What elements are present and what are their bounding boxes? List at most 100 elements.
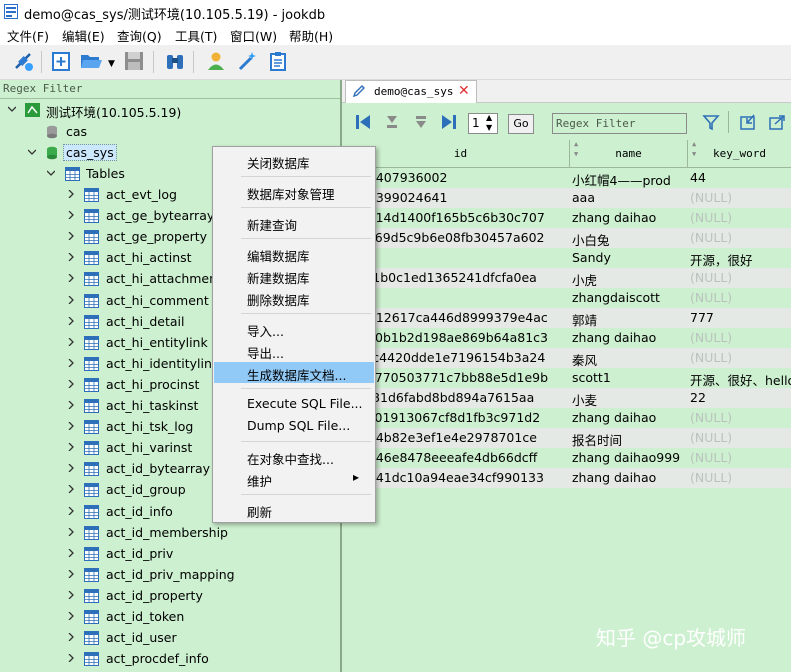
menu-window[interactable]: 窗口(W) — [230, 26, 277, 45]
grid-cell-key-word[interactable]: 开源，很好 — [690, 250, 791, 269]
menu-query[interactable]: 查询(Q) — [117, 26, 162, 45]
chevron-right-icon[interactable] — [67, 612, 75, 620]
grid-cell-name[interactable]: 小虎 — [572, 270, 687, 289]
grid-cell-key-word[interactable]: (NULL) — [690, 210, 791, 225]
grid-cell-name[interactable]: 秦风 — [572, 350, 687, 369]
grid-cell-name[interactable]: zhang daihao — [572, 470, 687, 485]
grid-cell-id[interactable]: 16b41dc10a94eae34cf990133 — [352, 470, 568, 485]
grid-cell-name[interactable]: 报名时间 — [572, 430, 687, 449]
table-row[interactable]: 66b4b82e3ef1e4e2978701ce 报名时间 (NULL) — [352, 428, 791, 448]
menu-item-close-database[interactable]: 关闭数据库 — [214, 150, 374, 171]
table-row[interactable]: e3c01913067cf8d1fb3c971d2 zhang daihao (NU… — [352, 408, 791, 428]
previous-page-icon[interactable] — [384, 114, 400, 130]
chevron-right-icon[interactable] — [67, 358, 75, 367]
grid-cell-id[interactable]: 1ef81d6fabd8bd894a7615aa — [352, 390, 568, 405]
chevron-right-icon[interactable] — [67, 295, 75, 304]
page-number-spinner[interactable]: 1 ▲ ▼ — [468, 113, 498, 134]
grid-cell-key-word[interactable]: (NULL) — [690, 190, 791, 205]
chevron-right-icon[interactable] — [67, 443, 75, 452]
tree-table-item[interactable]: act_procdef_info — [0, 649, 340, 670]
tree-filter-input[interactable]: Regex Filter — [0, 80, 341, 99]
export-icon[interactable] — [768, 113, 786, 131]
chevron-right-icon[interactable] — [67, 211, 75, 220]
chevron-right-icon[interactable] — [67, 654, 75, 663]
grid-cell-name[interactable]: Sandy — [572, 250, 687, 265]
grid-cell-key-word[interactable]: (NULL) — [690, 290, 791, 305]
grid-cell-name[interactable]: zhangdaiscott — [572, 290, 687, 305]
import-icon[interactable] — [739, 113, 757, 131]
grid-cell-id[interactable]: 21446e8478eeeafe4db66dcff — [352, 450, 568, 465]
next-page-icon[interactable] — [413, 114, 429, 130]
grid-cell-name[interactable]: 郭靖 — [572, 310, 687, 329]
filter-icon[interactable] — [702, 113, 720, 131]
menu-file[interactable]: 文件(F) — [7, 26, 49, 45]
sort-icon[interactable]: ▲ ▼ — [692, 139, 696, 159]
menu-tools[interactable]: 工具(T) — [175, 26, 217, 45]
spinner-down-icon[interactable]: ▼ — [486, 123, 492, 132]
sort-icon[interactable]: ▲ ▼ — [574, 139, 578, 159]
table-row[interactable]: bf71b0c1ed1365241dfcfa0ea 小虎 (NULL) — [352, 268, 791, 288]
table-row[interactable]: 00c770503771c7bb88e5d1e9b scott1 开源、很好、hel… — [352, 368, 791, 388]
menu-edit[interactable]: 编辑(E) — [62, 26, 105, 45]
table-row[interactable]: Sandy 开源，很好 — [352, 248, 791, 268]
grid-cell-key-word[interactable]: (NULL) — [690, 230, 791, 245]
table-row[interactable]: 375399024641 aaa (NULL) — [352, 188, 791, 208]
grid-cell-key-word[interactable]: (NULL) — [690, 330, 791, 345]
menu-item-execute-sql-file[interactable]: Execute SQL File... — [214, 393, 374, 414]
table-row[interactable]: eaa0b1b2d198ae869b64a81c3 zhang daihao (NU… — [352, 328, 791, 348]
last-page-icon[interactable] — [441, 114, 457, 130]
chevron-down-icon[interactable] — [28, 148, 36, 156]
grid-cell-key-word[interactable]: (NULL) — [690, 270, 791, 285]
connect-icon[interactable] — [10, 48, 36, 74]
menu-item-edit-database[interactable]: 编辑数据库 — [214, 243, 374, 264]
tree-table-item[interactable]: act_id_priv — [0, 544, 340, 565]
menu-item-maintenance[interactable]: 维护 ▸ — [214, 468, 374, 489]
chevron-right-icon[interactable] — [67, 401, 75, 409]
grid-cell-name[interactable]: 小麦 — [572, 390, 687, 409]
chevron-right-icon[interactable] — [67, 274, 75, 283]
menu-item-generate-db-doc[interactable]: 生成数据库文档... — [214, 362, 374, 383]
grid-cell-id[interactable]: d8fc4420dde1e7196154b3a24 — [352, 350, 568, 365]
grid-cell-name[interactable]: aaa — [572, 190, 687, 205]
tree-table-item[interactable]: act_id_membership — [0, 523, 340, 544]
grid-cell-name[interactable]: zhang daihao — [572, 210, 687, 225]
column-header-id[interactable]: id — [352, 140, 570, 168]
table-row[interactable]: 16b41dc10a94eae34cf990133 zhang daihao (NU… — [352, 468, 791, 488]
open-icon[interactable] — [78, 48, 104, 74]
grid-cell-key-word[interactable]: (NULL) — [690, 470, 791, 485]
chevron-right-icon[interactable] — [67, 232, 75, 241]
chevron-right-icon[interactable] — [67, 337, 75, 346]
binoculars-icon[interactable] — [162, 48, 188, 74]
tree-table-item[interactable]: act_id_user — [0, 628, 340, 649]
grid-cell-key-word[interactable]: (NULL) — [690, 350, 791, 365]
grid-cell-id[interactable]: eaa0b1b2d198ae869b64a81c3 — [352, 330, 568, 345]
column-header-key-word[interactable]: key_word ▲ ▼ — [688, 140, 791, 168]
grid-cell-name[interactable]: 小红帽4——prod — [572, 170, 687, 189]
table-row[interactable]: 21446e8478eeeafe4db66dcff zhang daihao999… — [352, 448, 791, 468]
grid-cell-name[interactable]: zhang daihao — [572, 330, 687, 345]
chevron-right-icon[interactable] — [67, 190, 75, 198]
chevron-right-icon[interactable] — [67, 422, 75, 431]
grid-cell-key-word[interactable]: 777 — [690, 310, 791, 325]
chevron-right-icon[interactable] — [67, 253, 75, 262]
tree-table-item[interactable]: act_id_token — [0, 607, 340, 628]
chevron-right-icon[interactable] — [67, 527, 75, 536]
grid-cell-key-word[interactable]: 开源、很好、hello — [690, 370, 791, 389]
grid-cell-key-word[interactable]: (NULL) — [690, 410, 791, 425]
save-icon[interactable] — [121, 48, 147, 74]
table-row[interactable]: 11012617ca446d8999379e4ac 郭靖 777 — [352, 308, 791, 328]
menu-item-find-in-objects[interactable]: 在对象中查找... — [214, 446, 374, 467]
first-page-icon[interactable] — [355, 114, 371, 130]
chevron-right-icon[interactable] — [67, 633, 75, 642]
table-row[interactable]: 1ef81d6fabd8bd894a7615aa 小麦 22 — [352, 388, 791, 408]
menu-item-db-object-manager[interactable]: 数据库对象管理 — [214, 181, 374, 202]
grid-cell-id[interactable]: 11012617ca446d8999379e4ac — [352, 310, 568, 325]
grid-cell-key-word[interactable]: (NULL) — [690, 450, 791, 465]
tree-table-item[interactable]: act_id_priv_mapping — [0, 565, 340, 586]
new-icon[interactable] — [48, 48, 74, 74]
menu-item-refresh[interactable]: 刷新 — [214, 499, 374, 520]
tree-connection[interactable]: 测试环境(10.105.5.19) — [0, 100, 340, 121]
chevron-right-icon[interactable] — [67, 548, 75, 557]
close-icon[interactable]: ✕ — [458, 83, 470, 99]
tree-database-cas[interactable]: cas — [0, 122, 340, 143]
